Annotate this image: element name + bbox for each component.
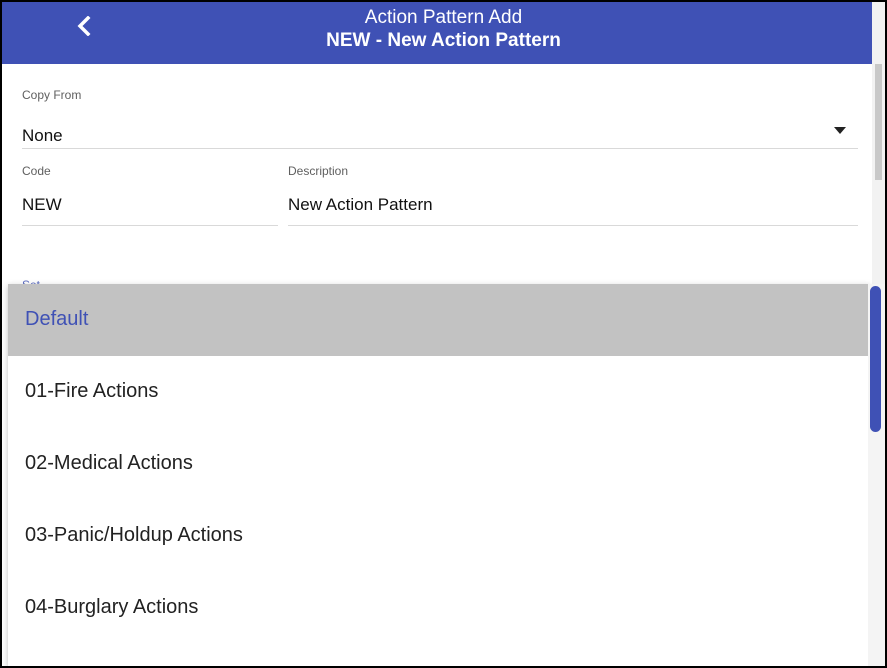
options-dropdown: Default 01-Fire Actions 02-Medical Actio… — [8, 284, 870, 666]
copy-from-underline — [22, 148, 858, 149]
header-edge — [872, 2, 885, 64]
option-panic-holdup-actions[interactable]: 03-Panic/Holdup Actions — [8, 499, 870, 571]
page-title: Action Pattern Add — [364, 7, 523, 28]
option-label: 04-Burglary Actions — [25, 595, 199, 618]
header-titles: Action Pattern Add NEW - New Action Patt… — [2, 6, 885, 52]
option-medical-actions[interactable]: 02-Medical Actions — [8, 428, 870, 500]
option-burglary-actions[interactable]: 04-Burglary Actions — [8, 571, 870, 643]
copy-from-label: Copy From — [22, 88, 82, 102]
option-fire-actions[interactable]: 01-Fire Actions — [8, 356, 870, 428]
copy-from-select[interactable]: None — [22, 126, 63, 144]
description-underline — [288, 225, 858, 226]
code-input[interactable]: NEW — [22, 195, 62, 215]
description-label: Description — [288, 164, 349, 178]
option-default[interactable]: Default — [8, 284, 870, 356]
code-label: Code — [22, 164, 51, 178]
option-label: 03-Panic/Holdup Actions — [25, 523, 243, 546]
option-label: 02-Medical Actions — [25, 451, 193, 474]
page-scrollbar-thumb[interactable] — [875, 64, 882, 180]
description-input[interactable]: New Action Pattern — [288, 195, 433, 215]
app-window: Action Pattern Add NEW - New Action Patt… — [0, 0, 887, 668]
page-subtitle: NEW - New Action Pattern — [326, 30, 561, 51]
option-label: 01-Fire Actions — [25, 380, 159, 403]
code-underline — [22, 225, 278, 226]
dropdown-scrollbar-thumb[interactable] — [870, 286, 881, 432]
caret-down-icon[interactable] — [834, 127, 846, 134]
option-label: Default — [25, 308, 89, 331]
app-header: Action Pattern Add NEW - New Action Patt… — [2, 2, 885, 64]
